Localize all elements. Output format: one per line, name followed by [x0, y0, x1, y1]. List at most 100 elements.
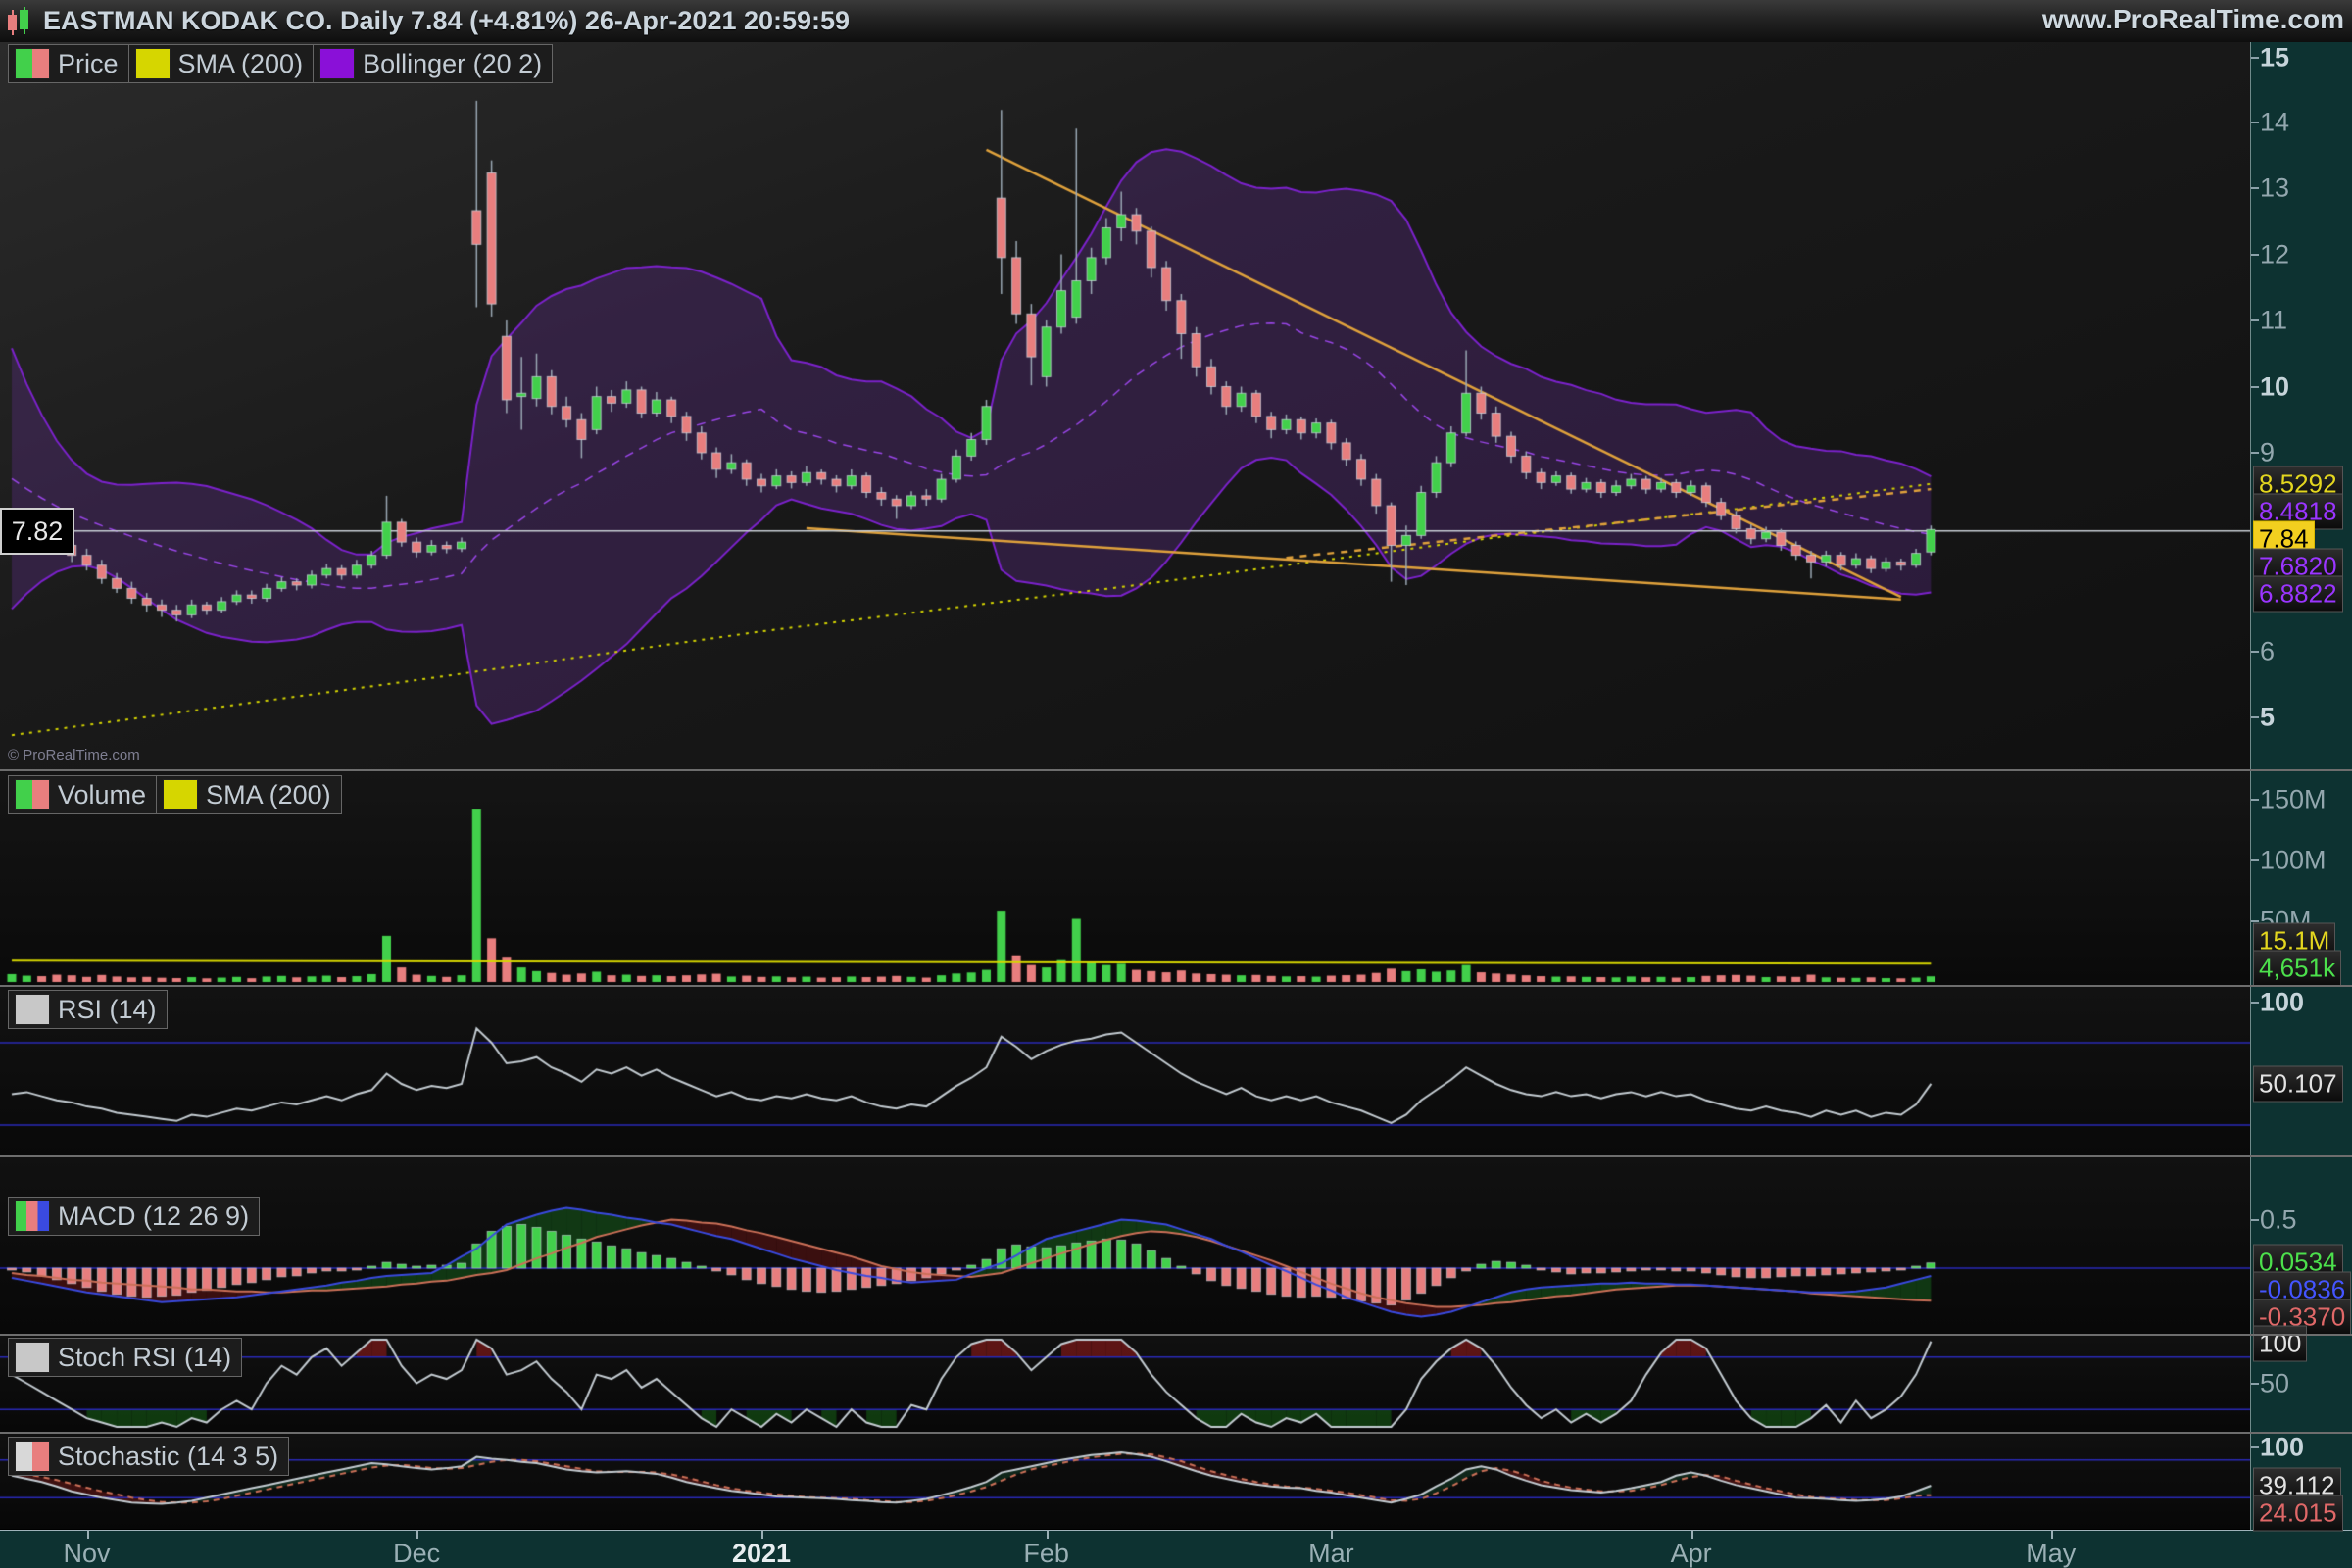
legend-item[interactable]: RSI (14) — [9, 991, 167, 1028]
stochastic-chart-canvas[interactable] — [0, 1434, 2250, 1529]
month-tick — [87, 1531, 89, 1539]
panel-separator[interactable] — [0, 1432, 2352, 1434]
axis-tick-label: 10 — [2260, 371, 2289, 402]
axis-tick-label: 14 — [2260, 107, 2289, 137]
legend-swatch-icon — [15, 1342, 50, 1373]
axis-tick-label: 100 — [2260, 1433, 2304, 1463]
month-label: 2021 — [732, 1539, 791, 1568]
month-label: Nov — [63, 1539, 110, 1568]
stoch-rsi-chart-canvas[interactable] — [0, 1336, 2250, 1432]
instrument-title: EASTMAN KODAK CO. Daily 7.84 (+4.81%) 26… — [43, 6, 850, 36]
axis-tick-label: 11 — [2260, 306, 2287, 336]
legend-swatch-icon — [163, 779, 198, 810]
title-bar: EASTMAN KODAK CO. Daily 7.84 (+4.81%) 26… — [0, 0, 2352, 42]
legend-label: Stoch RSI (14) — [58, 1343, 231, 1373]
axis-tick-label: 15 — [2260, 43, 2289, 74]
legend-item[interactable]: Volume — [9, 776, 157, 813]
price-panel — [0, 42, 2250, 769]
legend-item[interactable]: SMA (200) — [129, 45, 315, 82]
prorealtime-link[interactable]: www.ProRealTime.com — [2042, 4, 2344, 35]
macd-legend: MACD (12 26 9) — [8, 1197, 260, 1236]
axis-tick — [2251, 122, 2259, 123]
axis-tick-label: 100 — [2260, 988, 2304, 1018]
axis-tick-label: 0.5 — [2260, 1204, 2297, 1235]
legend-label: Bollinger (20 2) — [363, 49, 542, 79]
month-label: Dec — [393, 1539, 440, 1568]
prorealtime-window: EASTMAN KODAK CO. Daily 7.84 (+4.81%) 26… — [0, 0, 2352, 1568]
axis-tick-label: 5 — [2260, 703, 2275, 733]
axis-tick — [2251, 1002, 2259, 1004]
axis-tick — [2251, 859, 2259, 861]
legend-label: Price — [58, 49, 119, 79]
stoch-rsi-legend: Stoch RSI (14) — [8, 1338, 242, 1377]
month-label: Apr — [1671, 1539, 1712, 1568]
horizontal-line-price-label[interactable]: 7.82 — [0, 508, 74, 555]
legend-label: Volume — [58, 780, 146, 810]
time-axis[interactable]: NovDec2021FebMarAprMay — [0, 1530, 2352, 1568]
stochastic-legend: Stochastic (14 3 5) — [8, 1437, 289, 1476]
axis-tick — [2251, 254, 2259, 256]
legend-swatch-icon — [15, 994, 50, 1025]
copyright-watermark: © ProRealTime.com — [8, 747, 140, 763]
axis-tick — [2251, 57, 2259, 59]
axis-value-badge: 4,651k — [2253, 951, 2341, 987]
axis-value-badge: 50.107 — [2253, 1065, 2343, 1102]
axis-tick — [2251, 651, 2259, 653]
month-label: May — [2026, 1539, 2076, 1568]
legend-swatch-icon — [15, 1441, 50, 1472]
month-label: Feb — [1023, 1539, 1069, 1568]
legend-item[interactable]: Price — [9, 45, 129, 82]
macd-chart-canvas[interactable] — [0, 1157, 2250, 1334]
legend-label: RSI (14) — [58, 995, 157, 1025]
legend-label: MACD (12 26 9) — [58, 1201, 249, 1232]
axis-tick — [2251, 386, 2259, 388]
legend-item[interactable]: MACD (12 26 9) — [9, 1198, 259, 1235]
axis-tick — [2251, 799, 2259, 801]
axis-tick — [2251, 187, 2259, 189]
axis-tick-label: 50 — [2260, 1368, 2289, 1398]
legend-item[interactable]: Bollinger (20 2) — [314, 45, 552, 82]
axis-tick-label: 12 — [2260, 239, 2289, 270]
logo-wick — [24, 7, 25, 34]
axis-value-badge: 24.015 — [2253, 1494, 2343, 1531]
panel-separator[interactable] — [0, 1155, 2352, 1157]
axis-value-badge: 6.8822 — [2253, 575, 2343, 612]
month-tick — [761, 1531, 763, 1539]
volume-legend: Volume SMA (200) — [8, 775, 342, 814]
legend-swatch-icon — [135, 48, 171, 79]
rsi-legend: RSI (14) — [8, 990, 168, 1029]
panel-separator[interactable] — [0, 1334, 2352, 1336]
rsi-chart-canvas[interactable] — [0, 987, 2250, 1155]
rsi-panel — [0, 987, 2250, 1155]
axis-tick-label: 100M — [2260, 846, 2327, 876]
legend-item[interactable]: Stoch RSI (14) — [9, 1339, 241, 1376]
legend-swatch-icon — [15, 779, 50, 810]
legend-label: SMA (200) — [206, 780, 331, 810]
candlestick-logo-icon — [6, 7, 35, 36]
legend-label: SMA (200) — [178, 49, 304, 79]
axis-tick — [2251, 319, 2259, 321]
legend-swatch-icon — [15, 48, 50, 79]
axis-tick-label: 13 — [2260, 173, 2289, 204]
month-tick — [2051, 1531, 2053, 1539]
axis-tick — [2251, 1446, 2259, 1448]
stochastic-panel — [0, 1434, 2250, 1529]
axis-value-badge: 100 — [2253, 1326, 2307, 1362]
axis-tick-label: 6 — [2260, 636, 2275, 666]
stoch-rsi-panel — [0, 1336, 2250, 1432]
logo-wick — [12, 10, 14, 35]
axis-tick — [2251, 716, 2259, 718]
month-tick — [1331, 1531, 1333, 1539]
legend-item[interactable]: SMA (200) — [157, 776, 341, 813]
panel-separator[interactable] — [0, 985, 2352, 987]
price-chart-canvas[interactable] — [0, 42, 2250, 769]
month-tick — [1691, 1531, 1693, 1539]
panel-separator[interactable] — [0, 769, 2352, 771]
price-legend: Price SMA (200) Bollinger (20 2) — [8, 44, 553, 83]
axis-tick — [2251, 452, 2259, 454]
axis-tick-label: 9 — [2260, 438, 2275, 468]
axis-tick — [2251, 1219, 2259, 1221]
axis-tick-label: 150M — [2260, 785, 2327, 815]
legend-item[interactable]: Stochastic (14 3 5) — [9, 1438, 288, 1475]
macd-panel — [0, 1157, 2250, 1334]
